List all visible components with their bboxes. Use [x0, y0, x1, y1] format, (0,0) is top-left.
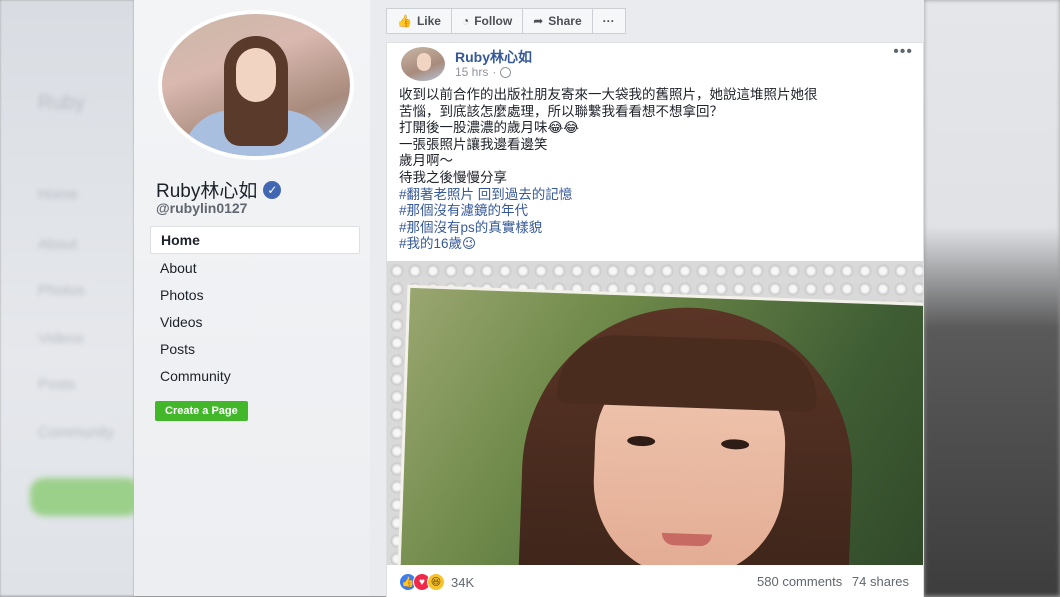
page-sidebar: Ruby林心如 ✓ @rubylin0127 Home About Photos… [134, 0, 370, 596]
reaction-summary[interactable]: 👍 ♥ 😆 34K [399, 573, 474, 591]
hashtag-link[interactable]: #我的16歲😉 [399, 236, 911, 253]
post-meta: 15 hrs · [455, 65, 512, 79]
old-portrait-photo [399, 287, 923, 565]
post-text-line: 一張張照片讓我邊看邊笑 [399, 136, 548, 152]
share-page-button[interactable]: ➦ Share [522, 8, 593, 34]
share-arrow-icon: ➦ [533, 14, 544, 28]
nav-item-home[interactable]: Home [150, 226, 360, 254]
more-options-button[interactable]: ··· [591, 8, 626, 34]
post-text-line: 打開後一股濃濃的歲月味😂😂 [399, 120, 580, 136]
nav-item-photos[interactable]: Photos [150, 282, 360, 308]
rss-follow-icon: ◔ [461, 14, 470, 28]
post-text-line: 收到以前合作的出版社朋友寄來一大袋我的舊照片，她說這堆照片她很 [399, 87, 818, 102]
page-name-text: Ruby林心如 [156, 181, 258, 202]
blurred-text: About [38, 236, 78, 253]
shares-count-link[interactable]: 74 shares [852, 574, 909, 589]
post-footer: 👍 ♥ 😆 34K 580 comments 74 shares [387, 571, 923, 597]
blurred-text: Posts [38, 376, 76, 393]
follow-label: Follow [474, 14, 513, 28]
page-nav: Home About Photos Videos Posts Community [150, 226, 360, 390]
engagement-counts: 580 comments 74 shares [751, 574, 909, 589]
page-handle: @rubylin0127 [156, 200, 248, 216]
page-title[interactable]: Ruby林心如 ✓ [156, 176, 282, 203]
blurred-background-left: Ruby Home About Photos Videos Posts Comm… [0, 0, 140, 596]
blurred-text: Home [38, 186, 79, 203]
reaction-count: 34K [451, 574, 475, 590]
like-label: Like [416, 14, 441, 28]
nav-item-posts[interactable]: Posts [150, 336, 360, 362]
blurred-text: Photos [38, 282, 85, 299]
post-text-line: 待我之後慢慢分享 [399, 169, 507, 185]
post-body: 收到以前合作的出版社朋友寄來一大袋我的舊照片，她說這堆照片她很 苦惱，到底該怎麼… [399, 87, 911, 253]
page-action-bar: 👍 Like ◔ Follow ➦ Share ··· [386, 8, 626, 34]
share-label: Share [548, 14, 582, 28]
post-text-line: 苦惱，到底該怎麼處理，所以聯繫我看看想不想拿回？ [399, 103, 723, 119]
feed-post: Ruby林心如 15 hrs · ••• 收到以前合作的出版社朋友寄來一大袋我的… [386, 42, 924, 597]
nav-item-community[interactable]: Community [150, 363, 360, 389]
follow-button[interactable]: ◔ Follow [450, 8, 524, 34]
nav-item-videos[interactable]: Videos [150, 309, 360, 335]
post-more-icon[interactable]: ••• [893, 43, 913, 61]
post-author-name[interactable]: Ruby林心如 [455, 47, 532, 67]
haha-reaction-icon: 😆 [427, 573, 445, 591]
verified-badge-icon: ✓ [263, 180, 282, 199]
thumbs-up-icon: 👍 [397, 14, 412, 28]
profile-picture[interactable] [158, 10, 354, 160]
blurred-background-right [924, 0, 1060, 596]
globe-icon [500, 66, 512, 78]
create-page-button[interactable]: Create a Page [155, 401, 248, 421]
post-timestamp[interactable]: 15 hrs [455, 65, 488, 79]
hashtag-link[interactable]: #翻著老照片 回到過去的記憶 [399, 187, 911, 204]
post-author-avatar[interactable] [401, 47, 445, 81]
blurred-text: Videos [38, 330, 84, 347]
post-photo[interactable] [387, 261, 923, 565]
blurred-text: Community [38, 424, 114, 441]
blurred-button [30, 478, 140, 516]
facebook-page: Ruby林心如 ✓ @rubylin0127 Home About Photos… [134, 0, 924, 597]
post-text-line: 歲月啊～ [399, 153, 453, 169]
hashtag-link[interactable]: #那個沒有濾鏡的年代 [399, 203, 911, 220]
like-page-button[interactable]: 👍 Like [386, 8, 452, 34]
blurred-text: Ruby [38, 92, 85, 114]
nav-item-about[interactable]: About [150, 255, 360, 281]
comments-count-link[interactable]: 580 comments [757, 574, 842, 589]
hashtag-link[interactable]: #那個沒有ps的真實樣貌 [399, 220, 911, 237]
